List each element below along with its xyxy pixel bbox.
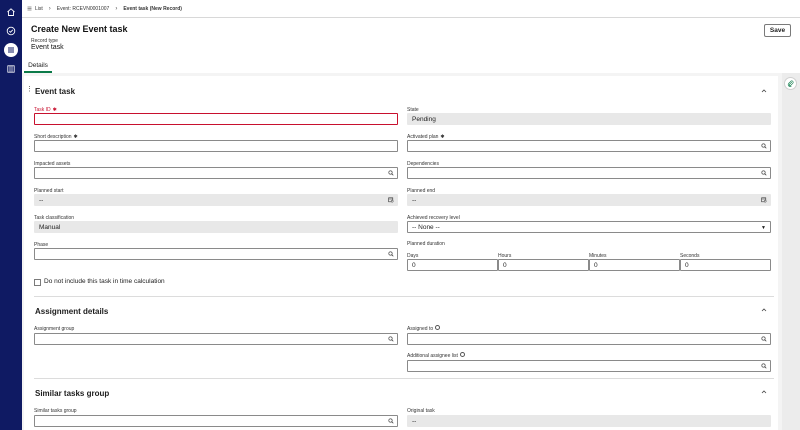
- calendar-search-icon[interactable]: [388, 197, 394, 203]
- search-icon[interactable]: [761, 363, 767, 369]
- search-icon[interactable]: [761, 336, 767, 342]
- breadcrumb-parent[interactable]: Event: RCEVN0001007: [57, 6, 110, 12]
- exclude-time-calc-label: Do not include this task in time calcula…: [44, 278, 165, 285]
- task-classification-field: Manual: [34, 221, 398, 233]
- info-icon[interactable]: [435, 325, 441, 331]
- chevron-up-icon[interactable]: [760, 306, 768, 314]
- activated-plan-input[interactable]: [407, 140, 771, 152]
- search-icon[interactable]: [388, 336, 394, 342]
- assigned-to-label: Assigned to: [407, 325, 441, 332]
- task-id-input[interactable]: [34, 113, 398, 125]
- search-icon[interactable]: [388, 251, 394, 257]
- map-icon[interactable]: [4, 62, 18, 76]
- state-field: Pending: [407, 113, 771, 125]
- list-icon: [27, 6, 32, 11]
- chevron-right-icon: ›: [115, 5, 118, 12]
- planned-end-field: --: [407, 194, 771, 206]
- chevron-up-icon[interactable]: [760, 388, 768, 396]
- section-title-assignment-details: Assignment details: [35, 307, 109, 316]
- original-task-field: --: [407, 415, 771, 427]
- section-divider: [34, 378, 774, 379]
- original-task-label: Original task: [407, 408, 435, 414]
- search-icon[interactable]: [761, 143, 767, 149]
- section-menu-icon[interactable]: ⋮: [26, 86, 33, 93]
- tab-details[interactable]: Details: [24, 60, 52, 73]
- section-title-event-task: Event task: [35, 87, 76, 96]
- planned-duration-label: Planned duration: [407, 241, 445, 247]
- days-input[interactable]: 0: [407, 259, 498, 271]
- home-icon[interactable]: [4, 5, 18, 19]
- section-title-similar-tasks-group: Similar tasks group: [35, 389, 110, 398]
- planned-start-field: --: [34, 194, 398, 206]
- additional-assignee-list-label: Additional assignee list: [407, 352, 465, 359]
- seconds-input[interactable]: 0: [680, 259, 771, 271]
- section-divider: [34, 296, 774, 297]
- check-circle-icon[interactable]: [4, 24, 18, 38]
- minutes-input[interactable]: 0: [589, 259, 680, 271]
- attachment-button[interactable]: [784, 77, 797, 90]
- search-icon[interactable]: [761, 170, 767, 176]
- list-menu-icon[interactable]: [4, 43, 18, 57]
- chevron-right-icon: ›: [48, 5, 51, 12]
- info-icon[interactable]: [459, 352, 465, 358]
- dropdown-arrow-icon: ▼: [761, 225, 766, 231]
- page-title: Create New Event task: [31, 24, 128, 34]
- assigned-to-input[interactable]: [407, 333, 771, 345]
- additional-assignee-list-input[interactable]: [407, 360, 771, 372]
- search-icon[interactable]: [388, 418, 394, 424]
- phase-input[interactable]: [34, 248, 398, 260]
- record-type-value: Event task: [31, 44, 64, 51]
- impacted-assets-input[interactable]: [34, 167, 398, 179]
- left-nav-rail: [0, 0, 22, 430]
- achieved-recovery-level-select[interactable]: -- None -- ▼: [407, 221, 771, 233]
- exclude-time-calc-checkbox[interactable]: [34, 279, 41, 286]
- tab-bar: Details: [22, 60, 800, 73]
- chevron-up-icon[interactable]: [760, 87, 768, 95]
- calendar-search-icon[interactable]: [761, 197, 767, 203]
- save-button[interactable]: Save: [764, 24, 791, 37]
- assignment-group-label: Assignment group: [34, 326, 75, 332]
- short-description-input[interactable]: [34, 140, 398, 152]
- search-icon[interactable]: [388, 170, 394, 176]
- breadcrumb: List › Event: RCEVN0001007 › Event task …: [22, 0, 800, 18]
- similar-tasks-group-label: Similar tasks group: [34, 408, 77, 414]
- breadcrumb-list[interactable]: List: [27, 6, 43, 12]
- paperclip-icon: [787, 80, 794, 87]
- hours-input[interactable]: 0: [498, 259, 589, 271]
- assignment-group-input[interactable]: [34, 333, 398, 345]
- dependencies-input[interactable]: [407, 167, 771, 179]
- breadcrumb-current: Event task (New Record): [123, 5, 182, 12]
- right-utility-strip: [782, 73, 800, 430]
- similar-tasks-group-input[interactable]: [34, 415, 398, 427]
